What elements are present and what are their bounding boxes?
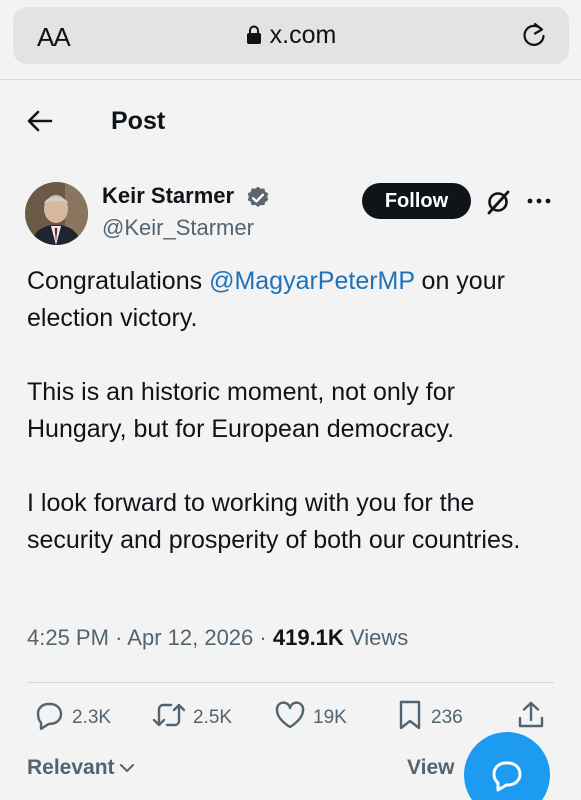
repost-button[interactable]: 2.5K <box>152 700 232 736</box>
views-count: 419.1K <box>272 625 344 650</box>
author-handle[interactable]: @Keir_Starmer <box>102 215 254 241</box>
tweet-paragraph: I look forward to working with you for t… <box>27 489 521 554</box>
more-options-icon[interactable] <box>526 190 552 217</box>
reply-icon <box>33 700 65 736</box>
bookmark-icon <box>396 699 424 737</box>
tweet-paragraph: This is an historic moment, not only for… <box>27 378 455 443</box>
chevron-down-icon <box>119 756 135 780</box>
reply-count: 2.3K <box>72 707 112 728</box>
share-icon <box>517 700 545 736</box>
page-title: Post <box>111 107 166 135</box>
reply-bubble-icon <box>490 758 524 797</box>
url-text: x.com <box>269 21 337 49</box>
mention-link[interactable]: @MagyarPeterMP <box>209 267 415 295</box>
bookmark-count: 236 <box>431 707 463 728</box>
grok-icon[interactable] <box>484 188 512 221</box>
tweet-metadata: 4:25 PM · Apr 12, 2026 · 419.1K Views <box>27 625 409 650</box>
like-button[interactable]: 19K <box>274 700 347 736</box>
back-arrow-icon[interactable] <box>26 107 54 140</box>
lock-icon <box>246 23 262 52</box>
address-bar[interactable]: AA x.com <box>13 7 569 64</box>
page-header: Post <box>0 95 581 150</box>
views-label: Views <box>349 625 409 650</box>
repost-icon <box>152 700 186 736</box>
view-quotes-link[interactable]: View <box>407 756 454 780</box>
browser-bar: AA x.com <box>0 0 581 80</box>
tweet-paragraph: Congratulations @MagyarPeterMP on your e… <box>27 267 505 332</box>
url-field[interactable]: x.com <box>13 21 569 52</box>
reply-button[interactable]: 2.3K <box>33 700 111 736</box>
sort-label: Relevant <box>27 756 115 779</box>
author-name[interactable]: Keir Starmer <box>102 183 234 209</box>
divider <box>27 682 554 683</box>
heart-icon <box>274 700 306 736</box>
compose-reply-button[interactable] <box>464 732 550 800</box>
tweet-text: Congratulations @MagyarPeterMP on your e… <box>27 263 557 559</box>
tweet-time[interactable]: 4:25 PM <box>27 625 109 650</box>
tweet-date[interactable]: Apr 12, 2026 <box>127 625 253 650</box>
share-button[interactable] <box>517 700 545 736</box>
follow-button[interactable]: Follow <box>362 183 471 219</box>
avatar[interactable] <box>25 182 88 245</box>
bookmark-button[interactable]: 236 <box>396 700 463 736</box>
sort-replies-dropdown[interactable]: Relevant <box>27 756 135 780</box>
reload-icon[interactable] <box>521 21 547 54</box>
repost-count: 2.5K <box>193 707 233 728</box>
verified-badge-icon <box>245 185 271 216</box>
like-count: 19K <box>313 707 347 728</box>
